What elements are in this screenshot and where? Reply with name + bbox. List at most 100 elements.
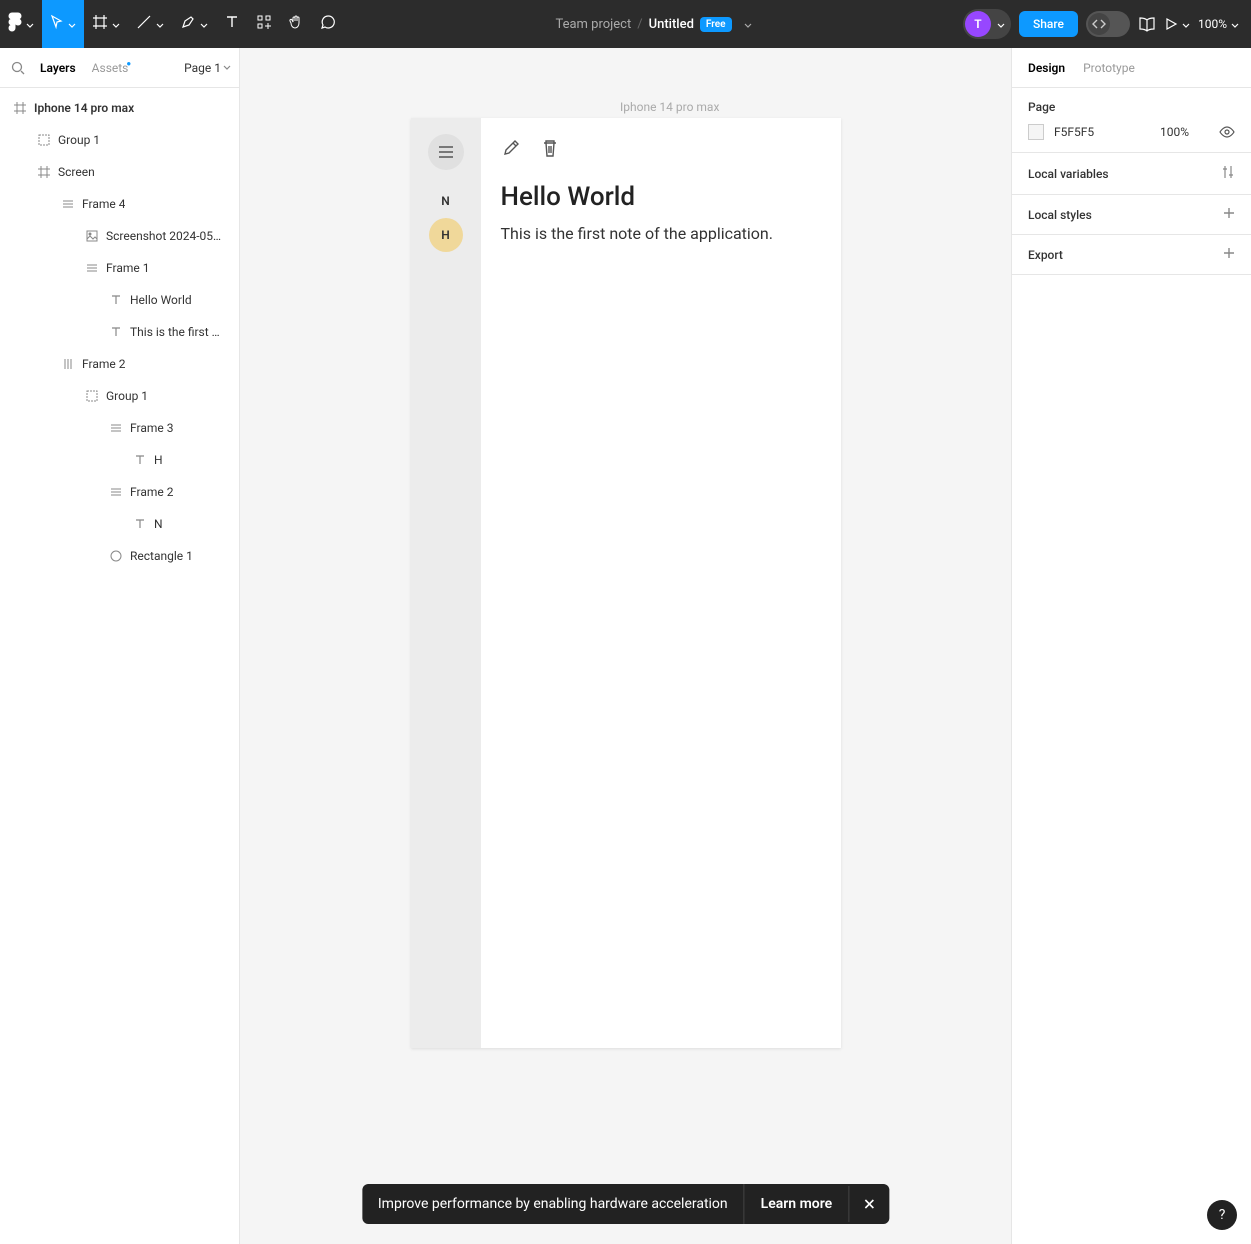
layer-row[interactable]: This is the first … xyxy=(0,316,239,348)
top-toolbar: Team project / Untitled Free T Share xyxy=(0,0,1251,48)
help-button[interactable]: ? xyxy=(1207,1200,1237,1230)
local-variables-label: Local variables xyxy=(1028,167,1109,181)
pen-icon xyxy=(180,14,196,34)
text-tool-button[interactable] xyxy=(216,0,248,48)
artboard-sidebar: NH xyxy=(411,118,481,1048)
layer-row[interactable]: Frame 2 xyxy=(0,476,239,508)
layer-row[interactable]: Screen xyxy=(0,156,239,188)
local-variables-section[interactable]: Local variables xyxy=(1012,153,1251,195)
present-button[interactable] xyxy=(1164,17,1190,32)
layer-label: Iphone 14 pro max xyxy=(34,101,134,115)
assets-tab-label: Assets xyxy=(92,61,129,75)
group-icon xyxy=(36,134,52,146)
prototype-tab[interactable]: Prototype xyxy=(1083,61,1135,75)
breadcrumb-project[interactable]: Team project xyxy=(555,17,631,32)
zoom-value: 100% xyxy=(1198,17,1227,31)
user-avatar: T xyxy=(965,11,991,37)
color-opacity[interactable]: 100% xyxy=(1160,125,1189,139)
layer-row[interactable]: H xyxy=(0,444,239,476)
right-panel: Design Prototype Page F5F5F5 100% Local … xyxy=(1011,48,1251,1244)
share-button[interactable]: Share xyxy=(1019,11,1078,37)
local-styles-section[interactable]: Local styles xyxy=(1012,195,1251,235)
comment-tool-button[interactable] xyxy=(312,0,344,48)
chevron-down-icon xyxy=(112,17,120,32)
layer-label: Group 1 xyxy=(106,389,148,403)
text-icon xyxy=(224,14,240,34)
layer-row[interactable]: Frame 4 xyxy=(0,188,239,220)
chevron-down-icon[interactable] xyxy=(744,17,752,32)
plus-icon[interactable] xyxy=(1223,247,1235,262)
toast-message: Improve performance by enabling hardware… xyxy=(362,1184,744,1224)
layer-row[interactable]: Frame 1 xyxy=(0,252,239,284)
layer-row[interactable]: Frame 3 xyxy=(0,412,239,444)
line-icon xyxy=(136,14,152,34)
layer-row[interactable]: Group 1 xyxy=(0,380,239,412)
page-selector[interactable]: Page 1 xyxy=(184,61,231,75)
toolbar-left xyxy=(0,0,344,48)
export-section[interactable]: Export xyxy=(1012,235,1251,275)
layers-tab[interactable]: Layers xyxy=(36,61,80,75)
hand-tool-button[interactable] xyxy=(280,0,312,48)
menu-button xyxy=(428,134,464,170)
layer-row[interactable]: Rectangle 1 xyxy=(0,540,239,572)
pen-tool-button[interactable] xyxy=(172,0,216,48)
zoom-control[interactable]: 100% xyxy=(1198,17,1239,31)
chevron-down-icon xyxy=(68,17,76,32)
trash-icon xyxy=(541,138,559,162)
color-hex[interactable]: F5F5F5 xyxy=(1054,125,1094,139)
color-swatch[interactable] xyxy=(1028,124,1044,140)
performance-toast: Improve performance by enabling hardware… xyxy=(362,1184,889,1224)
canvas[interactable]: Iphone 14 pro max NH Hello World xyxy=(240,48,1011,1244)
toast-learn-more[interactable]: Learn more xyxy=(744,1184,848,1224)
layer-label: Screenshot 2024-05… xyxy=(106,229,221,243)
design-tab[interactable]: Design xyxy=(1028,61,1065,75)
search-button[interactable] xyxy=(8,61,28,75)
avatar-group[interactable]: T xyxy=(963,9,1011,39)
layer-row[interactable]: N xyxy=(0,508,239,540)
layer-label: Group 1 xyxy=(58,133,100,147)
note-tab-n: N xyxy=(429,184,463,218)
ellipse-icon xyxy=(108,550,124,562)
move-tool-button[interactable] xyxy=(42,0,84,48)
layer-label: Screen xyxy=(58,165,95,179)
layer-row[interactable]: Frame 2 xyxy=(0,348,239,380)
layout-icon xyxy=(60,198,76,210)
frame-tool-button[interactable] xyxy=(84,0,128,48)
assets-notification-dot: ● xyxy=(126,59,131,68)
layer-row[interactable]: Hello World xyxy=(0,284,239,316)
chevron-down-icon xyxy=(993,17,1009,32)
note-tab-h: H xyxy=(429,218,463,252)
main-menu-button[interactable] xyxy=(0,0,42,48)
visibility-toggle[interactable] xyxy=(1219,126,1235,138)
layer-row[interactable]: Group 1 xyxy=(0,124,239,156)
close-icon xyxy=(863,1198,875,1210)
hand-icon xyxy=(288,14,304,34)
sliders-icon[interactable] xyxy=(1221,165,1235,182)
page-section: Page F5F5F5 100% xyxy=(1012,88,1251,153)
note-title: Hello World xyxy=(501,182,821,212)
library-button[interactable] xyxy=(1138,16,1156,32)
assets-tab[interactable]: Assets● xyxy=(88,61,138,75)
artboard-iphone[interactable]: NH Hello World This is the first note of… xyxy=(411,118,841,1048)
page-background-row[interactable]: F5F5F5 100% xyxy=(1028,124,1235,140)
layouth-icon xyxy=(60,358,76,370)
file-name[interactable]: Untitled xyxy=(649,17,694,32)
shape-tool-button[interactable] xyxy=(128,0,172,48)
toast-close-button[interactable] xyxy=(848,1186,889,1222)
layout-icon xyxy=(108,422,124,434)
layer-row[interactable]: Iphone 14 pro max xyxy=(0,92,239,124)
edit-icon xyxy=(501,138,521,162)
chevron-down-icon xyxy=(1182,17,1190,32)
toolbar-right: T Share 100% xyxy=(963,9,1251,39)
frame-label[interactable]: Iphone 14 pro max xyxy=(620,100,719,114)
chevron-down-icon xyxy=(200,17,208,32)
page-selector-label: Page 1 xyxy=(184,61,221,75)
image-icon xyxy=(84,230,100,242)
layer-row[interactable]: Screenshot 2024-05… xyxy=(0,220,239,252)
plus-icon[interactable] xyxy=(1223,207,1235,222)
dev-mode-toggle[interactable] xyxy=(1086,11,1130,37)
layer-label: Frame 2 xyxy=(82,357,125,371)
text-icon xyxy=(108,294,124,306)
layer-label: This is the first … xyxy=(130,325,220,339)
resources-tool-button[interactable] xyxy=(248,0,280,48)
